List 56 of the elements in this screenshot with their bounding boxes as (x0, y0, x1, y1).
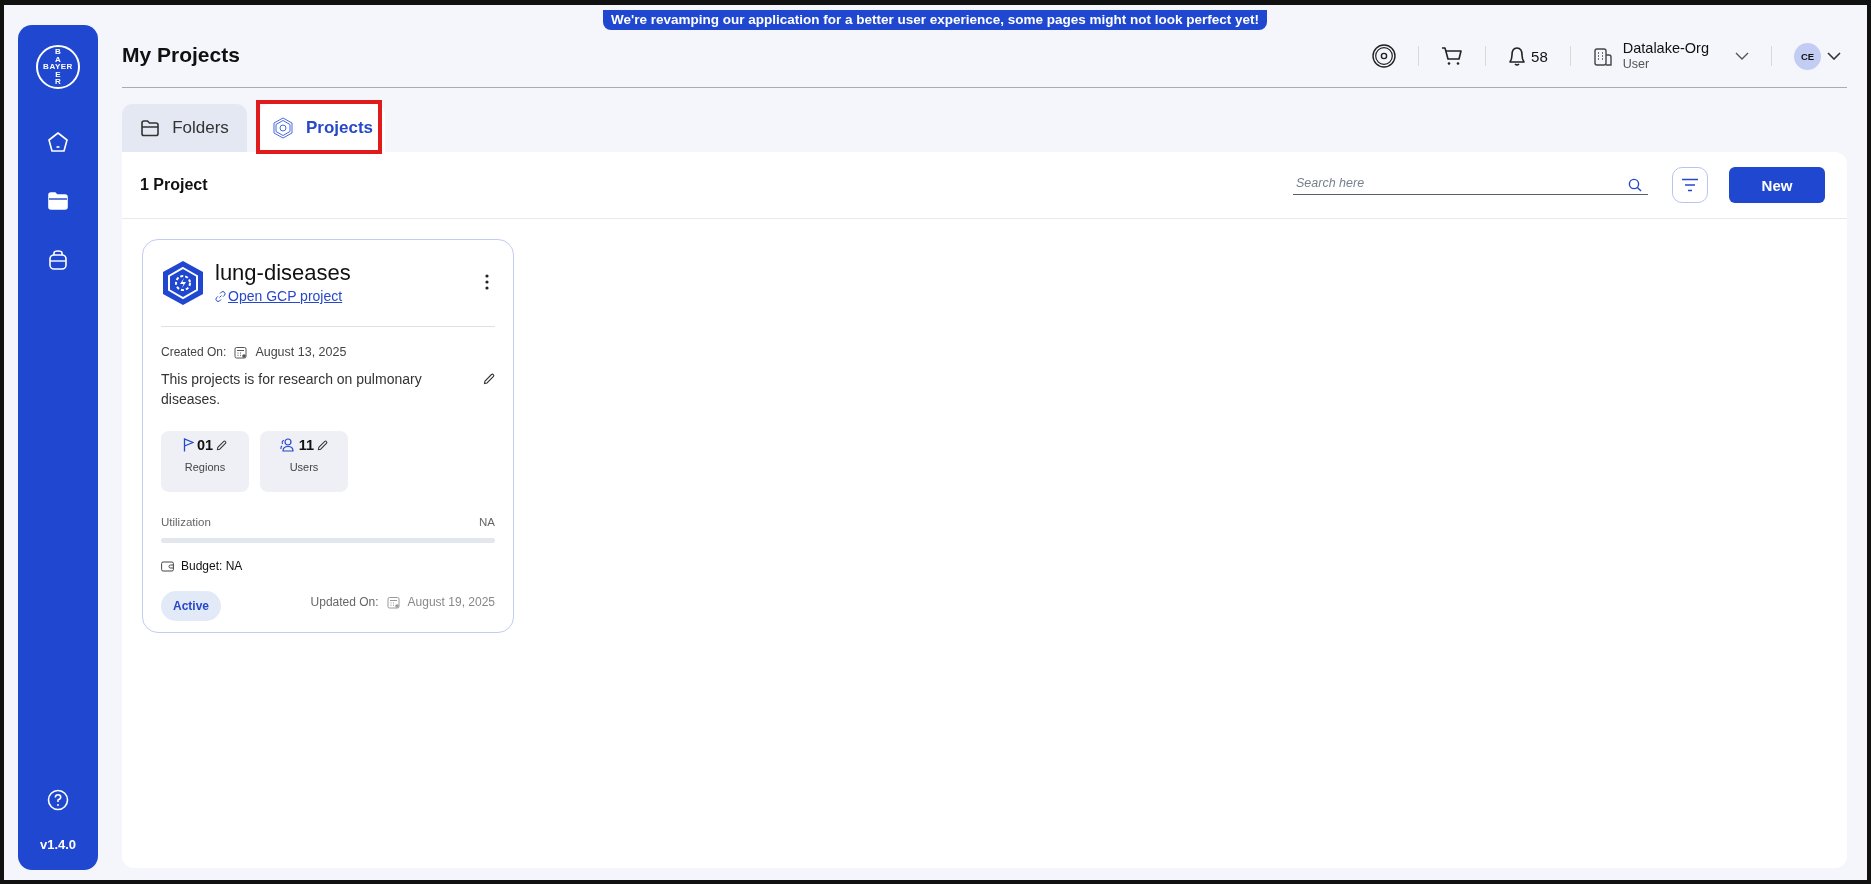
project-description: This projects is for research on pulmonary diseases. (161, 370, 423, 409)
project-count: 1 Project (140, 176, 209, 194)
logo-text: ER (54, 70, 62, 86)
pencil-icon[interactable] (317, 439, 329, 451)
hexagon-gear-icon (161, 260, 205, 306)
org-name: Datalake-Org (1622, 40, 1709, 56)
bell-icon[interactable] (1508, 45, 1527, 67)
org-role: User (1622, 56, 1651, 72)
notification-count: 58 (1531, 47, 1548, 65)
utilization-label: Utilization (161, 516, 211, 528)
updated-date: August 19, 2025 (407, 595, 495, 609)
new-button[interactable]: New (1729, 167, 1825, 203)
pencil-icon[interactable] (216, 439, 228, 451)
page-title: My Projects (122, 43, 240, 68)
bag-icon[interactable] (48, 249, 68, 271)
help-icon[interactable] (47, 789, 69, 811)
stat-label: Regions (184, 461, 226, 473)
pencil-icon[interactable] (483, 373, 495, 385)
stat-value: 11 (298, 437, 315, 453)
utilization-reading: NA (479, 516, 495, 528)
building-icon (1592, 45, 1613, 67)
tab[interactable]: Folders (122, 104, 247, 152)
flag-icon (182, 438, 194, 452)
stat-value: 01 (196, 437, 214, 453)
search-field[interactable]: Search here (1293, 175, 1648, 195)
search-icon[interactable] (1628, 177, 1642, 192)
folder-icon (140, 119, 161, 137)
chevron-down-icon[interactable] (1827, 52, 1841, 60)
project-link[interactable]: Open GCP project (215, 288, 475, 304)
tab[interactable]: Projects (260, 104, 385, 152)
more-options-icon[interactable] (485, 274, 489, 290)
logo-text: BAYER (43, 63, 73, 71)
hexagon-icon (271, 117, 294, 139)
user-avatar[interactable]: CE (1794, 42, 1821, 70)
users-icon (279, 438, 296, 452)
folder-icon[interactable] (47, 191, 69, 211)
project-name: lung-diseases (215, 260, 352, 286)
updated-label: Updated On: (310, 595, 379, 609)
calendar-icon (386, 595, 400, 609)
stat-label: Users (289, 461, 319, 473)
created-label: Created On: (161, 345, 227, 359)
created-date: August 13, 2025 (255, 345, 347, 359)
announcement-banner: We're revamping our application for a better user experience, some pages might not look perfect yet! (603, 10, 1267, 30)
status-badge: Active (161, 591, 222, 621)
calendar-icon (234, 345, 248, 359)
wallet-icon (161, 560, 174, 572)
settings-icon[interactable] (1372, 44, 1397, 68)
home-icon[interactable] (47, 131, 69, 153)
filter-icon (1681, 178, 1699, 192)
link-icon (215, 290, 226, 302)
filter-button[interactable] (1672, 167, 1708, 203)
budget-text: Budget: NA (181, 559, 243, 573)
cart-icon[interactable] (1441, 46, 1464, 66)
version-label: v1.4.0 (39, 837, 77, 852)
chevron-down-icon[interactable] (1735, 52, 1749, 60)
logo-text: BA (54, 48, 62, 64)
